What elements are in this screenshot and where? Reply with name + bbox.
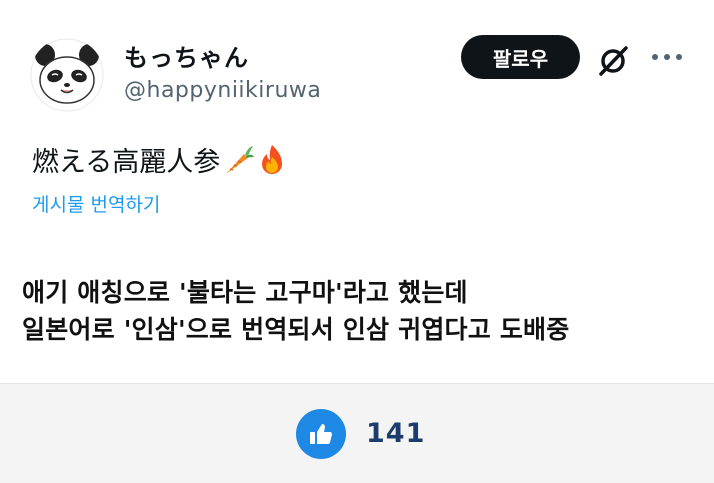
grok-icon[interactable]: [596, 44, 630, 78]
avatar[interactable]: [30, 38, 104, 112]
more-options-icon[interactable]: [650, 44, 684, 70]
caption-line-2: 일본어로 '인삼'으로 번역되서 인삼 귀엽다고 도배중: [22, 315, 570, 344]
panda-icon: [30, 38, 104, 112]
reaction-bar: [0, 384, 714, 483]
tweet-text: 燃える高麗人参: [32, 140, 288, 179]
carrot-emoji-icon: [226, 145, 255, 174]
like-button[interactable]: [296, 409, 346, 459]
like-count: 141: [366, 418, 426, 449]
caption-line-1: 애기 애칭으로 '불타는 고구마'라고 했는데: [22, 278, 468, 307]
post-caption: 애기 애칭으로 '불타는 고구마'라고 했는데 일본어로 '인삼'으로 번역되서…: [22, 274, 569, 348]
follow-button[interactable]: 팔로우: [461, 35, 580, 79]
fire-emoji-icon: [262, 144, 283, 174]
thumbs-up-icon: [310, 424, 332, 444]
embedded-tweet-card: もっちゃん @happyniikiruwa 팔로우 燃える高麗人参 게시물 번역…: [0, 0, 714, 383]
translate-post-link[interactable]: 게시물 번역하기: [32, 190, 160, 217]
user-handle[interactable]: @happyniikiruwa: [124, 78, 321, 103]
tweet-text-body: 燃える高麗人参: [32, 147, 221, 178]
display-name[interactable]: もっちゃん: [124, 38, 249, 73]
